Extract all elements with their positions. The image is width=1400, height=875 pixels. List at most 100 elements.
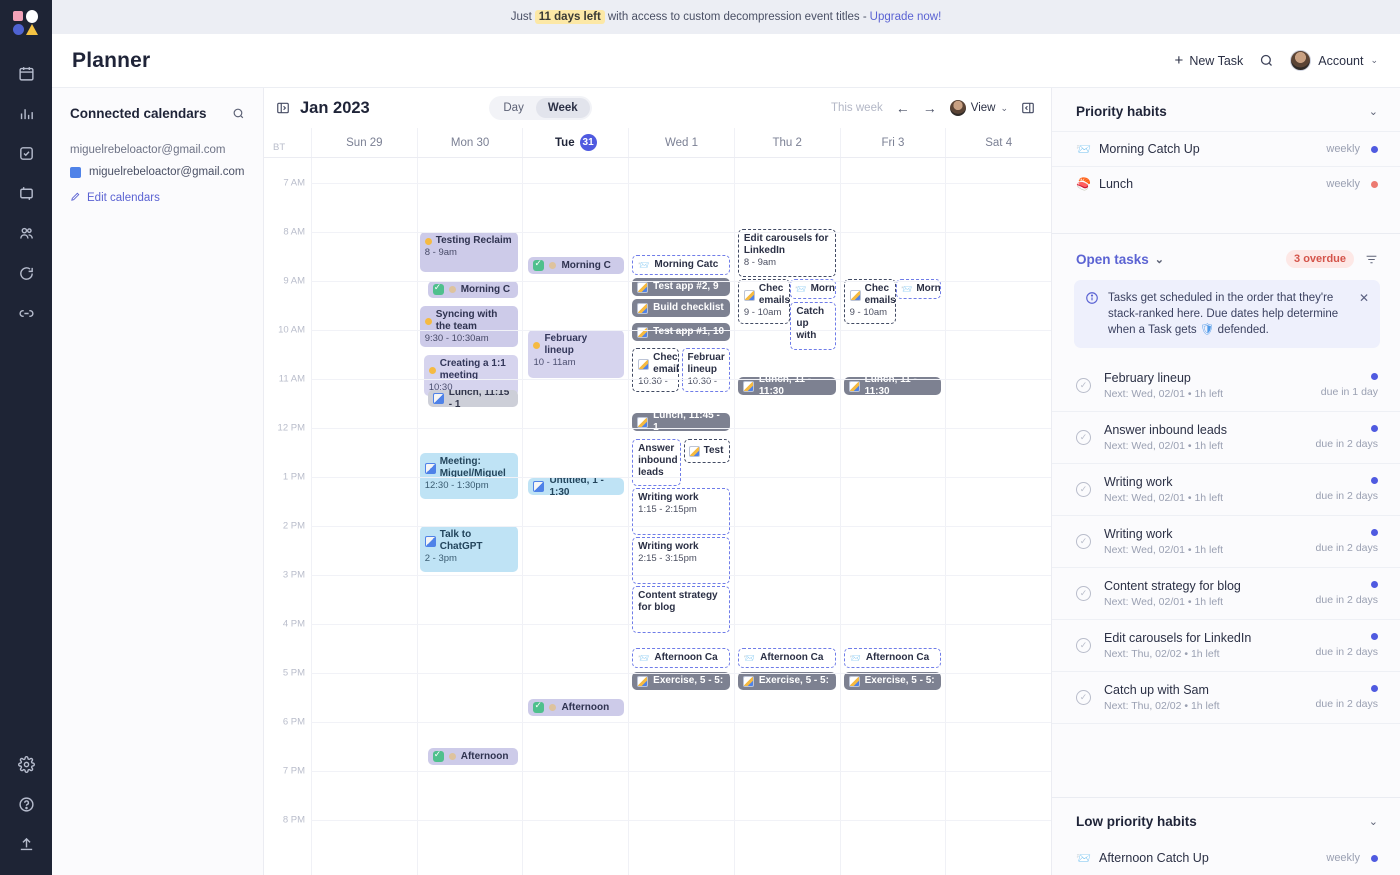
task-row[interactable]: ✓ Answer inbound leads Next: Wed, 02/01 … xyxy=(1052,412,1400,464)
calendar-event[interactable]: Exercise, 5 - 5: xyxy=(843,672,942,690)
calendar-event[interactable]: Untitled, 1 - 1:30 xyxy=(528,478,625,495)
calendar-event[interactable]: Meeting: Miguel/Miguel 12:30 - 1:30pm xyxy=(419,453,519,499)
this-week-button[interactable]: This week xyxy=(831,102,883,114)
calendar-event[interactable]: Exercise, 5 - 5: xyxy=(737,672,836,690)
task-row[interactable]: ✓ February lineup Next: Wed, 02/01 • 1h … xyxy=(1052,360,1400,412)
calendar-event[interactable]: 📨 Morn xyxy=(896,279,942,299)
calendar-event[interactable]: Build checklist xyxy=(632,299,730,317)
calendar-event[interactable]: Chec emails 9 - 10am xyxy=(737,279,791,324)
day-column-sat[interactable] xyxy=(945,158,1051,875)
calendar-event[interactable]: Afternoon xyxy=(528,699,625,716)
calendar-event[interactable]: 📨 Morning Catc xyxy=(632,255,730,275)
day-header-sat[interactable]: Sat 4 xyxy=(945,128,1051,157)
task-complete-icon[interactable]: ✓ xyxy=(1076,430,1091,445)
task-complete-icon[interactable]: ✓ xyxy=(1076,638,1091,653)
day-column-fri[interactable]: Chec emails 9 - 10am 📨 Morn Lunch, 11 - … xyxy=(839,158,946,875)
calendar-event[interactable]: Writing work 1:15 - 2:15pm xyxy=(632,488,730,535)
filter-icon[interactable] xyxy=(1365,253,1378,266)
day-header-mon[interactable]: Mon 30 xyxy=(416,128,523,157)
task-complete-icon[interactable]: ✓ xyxy=(1076,586,1091,601)
calendar-event[interactable]: Exercise, 5 - 5: xyxy=(632,672,730,690)
app-logo[interactable] xyxy=(13,10,39,36)
task-complete-icon[interactable]: ✓ xyxy=(1076,378,1091,393)
calendar-grid-scroll[interactable]: 7 AM 8 AM 9 AM 10 AM 11 AM 12 PM 1 PM 2 … xyxy=(264,158,1051,875)
day-column-thu[interactable]: Edit carousels for LinkedIn 8 - 9am Chec… xyxy=(733,158,840,875)
tab-week[interactable]: Week xyxy=(535,98,590,118)
calendar-event[interactable]: Morning C xyxy=(427,281,519,298)
task-complete-icon[interactable]: ✓ xyxy=(1076,482,1091,497)
day-column-wed[interactable]: 📨 Morning Catc Test app #2, 9 Build chec… xyxy=(628,158,734,875)
calendar-event[interactable]: Writing work 2:15 - 3:15pm xyxy=(632,537,730,584)
calendar-event[interactable]: Chec emails 9 - 10am xyxy=(843,279,896,324)
view-menu[interactable]: View ⌄ xyxy=(949,100,1008,116)
calendar-event[interactable]: Test app #1, 10 xyxy=(632,323,730,341)
collapse-left-panel-icon[interactable] xyxy=(276,101,290,115)
day-header-thu[interactable]: Thu 2 xyxy=(733,128,840,157)
prev-week-icon[interactable]: ← xyxy=(896,101,910,115)
upgrade-now-link[interactable]: Upgrade now! xyxy=(870,11,942,23)
task-complete-icon[interactable]: ✓ xyxy=(1076,534,1091,549)
calendar-icon[interactable] xyxy=(7,54,45,92)
edit-calendars-link[interactable]: Edit calendars xyxy=(70,191,245,205)
calendar-event[interactable]: Morning C xyxy=(528,257,625,274)
collapse-right-panel-icon[interactable] xyxy=(1021,101,1035,115)
calendar-event[interactable]: Testing Reclaim 8 - 9am xyxy=(419,232,519,272)
task-row[interactable]: ✓ Writing work Next: Wed, 02/01 • 1h lef… xyxy=(1052,516,1400,568)
new-task-button[interactable]: + New Task xyxy=(1175,53,1244,68)
settings-icon[interactable] xyxy=(7,745,45,783)
task-row[interactable]: ✓ Catch up with Sam Next: Thu, 02/02 • 1… xyxy=(1052,672,1400,724)
analytics-icon[interactable] xyxy=(7,94,45,132)
connected-calendars-panel: Connected calendars miguelrebeloactor@gm… xyxy=(52,88,264,875)
links-icon[interactable] xyxy=(7,294,45,332)
calendar-event[interactable]: 📨 Afternoon Ca xyxy=(843,648,942,668)
calendar-event[interactable]: 📨 Afternoon Ca xyxy=(632,648,730,668)
calendar-event[interactable]: Lunch, 11:15 - 1 xyxy=(427,390,519,407)
task-complete-icon[interactable]: ✓ xyxy=(1076,690,1091,705)
calendar-event[interactable]: February lineup 10 - 11am xyxy=(528,330,625,378)
day-column-tue[interactable]: Morning C February lineup 10 - 11am Unti… xyxy=(522,158,628,875)
task-row[interactable]: ✓ Edit carousels for LinkedIn Next: Thu,… xyxy=(1052,620,1400,672)
day-column-mon[interactable]: Testing Reclaim 8 - 9am Morning C Syncin… xyxy=(416,158,523,875)
account-menu[interactable]: Account ⌄ xyxy=(1290,50,1378,71)
habit-item-afternoon-catch-up[interactable]: 📨 Afternoon Catch Up weekly xyxy=(1052,841,1400,875)
search-icon[interactable] xyxy=(1259,53,1274,68)
calendar-event[interactable]: Test xyxy=(683,439,730,463)
habit-item-morning-catch-up[interactable]: 📨 Morning Catch Up weekly xyxy=(1052,131,1400,166)
upload-icon[interactable] xyxy=(7,825,45,863)
calendar-event[interactable]: Afternoon xyxy=(427,748,519,765)
calendar-event[interactable]: Catch up with xyxy=(790,302,836,350)
calendar-event[interactable]: Chec emails 10:30 - xyxy=(632,348,680,392)
task-row[interactable]: ✓ Content strategy for blog Next: Wed, 0… xyxy=(1052,568,1400,620)
sync-rules-icon[interactable] xyxy=(7,174,45,212)
close-icon[interactable]: ✕ xyxy=(1359,291,1369,305)
help-icon[interactable] xyxy=(7,785,45,823)
habit-item-lunch[interactable]: 🍣 Lunch weekly xyxy=(1052,166,1400,201)
next-week-icon[interactable]: → xyxy=(923,101,937,115)
chevron-down-icon[interactable]: ⌄ xyxy=(1369,105,1378,118)
calendar-event[interactable]: Answer inbound leads xyxy=(632,439,682,486)
calendar-event[interactable]: Februar lineup 10:30 - xyxy=(681,348,730,392)
day-header-sun[interactable]: Sun 29 xyxy=(311,128,417,157)
refresh-icon[interactable] xyxy=(7,254,45,292)
calendar-event[interactable]: Syncing with the team 9:30 - 10:30am xyxy=(419,306,519,347)
chevron-down-icon[interactable]: ⌄ xyxy=(1369,815,1378,828)
open-tasks-title[interactable]: Open tasks ⌄ xyxy=(1076,252,1164,267)
task-color-dot xyxy=(1371,373,1378,380)
day-header-tue[interactable]: Tue 31 xyxy=(522,128,628,157)
day-column-sun[interactable] xyxy=(311,158,417,875)
calendar-event[interactable]: Content strategy for blog xyxy=(632,586,730,633)
tab-day[interactable]: Day xyxy=(491,98,535,118)
task-row[interactable]: ✓ Writing work Next: Wed, 02/01 • 1h lef… xyxy=(1052,464,1400,516)
calendar-event[interactable]: 📨 Morn xyxy=(790,279,836,299)
day-header-fri[interactable]: Fri 3 xyxy=(839,128,946,157)
tasks-icon[interactable] xyxy=(7,134,45,172)
event-title: Catch up with xyxy=(796,306,825,341)
calendar-event[interactable]: 📨 Afternoon Ca xyxy=(737,648,836,668)
edit-calendars-label: Edit calendars xyxy=(87,192,160,204)
calendar-event[interactable]: Edit carousels for LinkedIn 8 - 9am xyxy=(737,229,836,277)
search-icon[interactable] xyxy=(232,107,245,120)
calendar-event[interactable]: Talk to ChatGPT 2 - 3pm xyxy=(419,526,519,572)
people-icon[interactable] xyxy=(7,214,45,252)
day-header-wed[interactable]: Wed 1 xyxy=(628,128,734,157)
calendar-subscription-row[interactable]: miguelrebeloactor@gmail.com xyxy=(70,166,245,178)
